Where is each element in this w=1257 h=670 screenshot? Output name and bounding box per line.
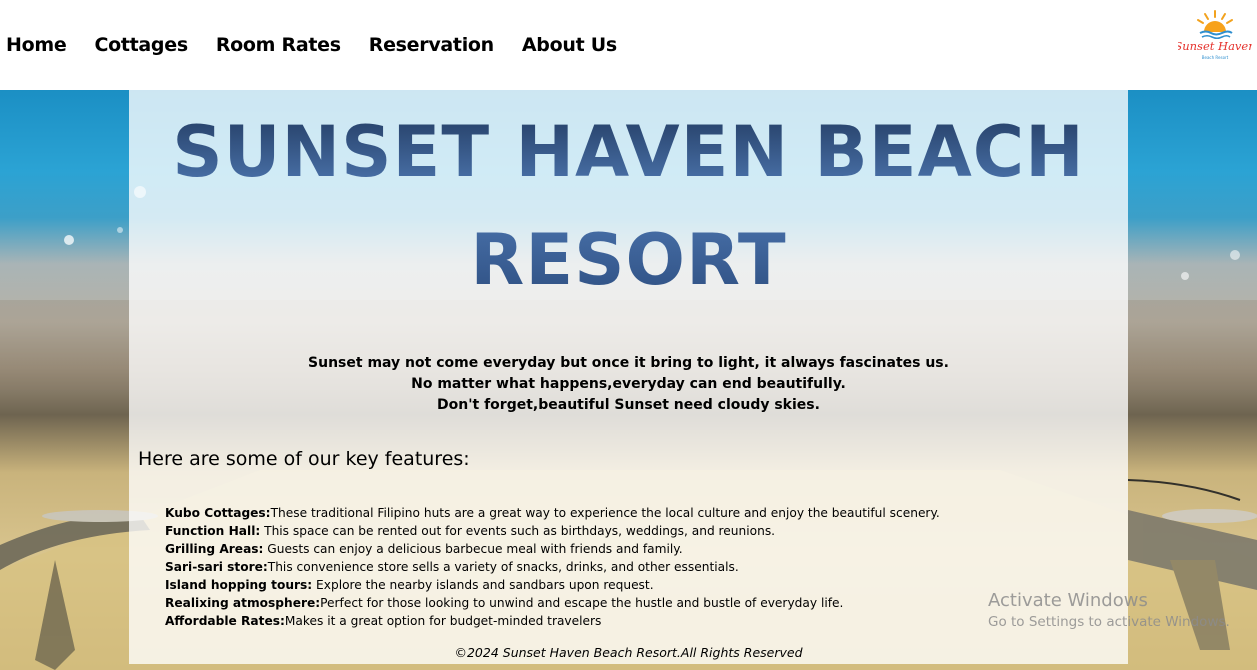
feature-item-sari-sari-store: Sari-sari store:This convenience store s… bbox=[165, 558, 940, 576]
quote-line-2: No matter what happens,everyday can end … bbox=[411, 376, 846, 392]
features-list: Kubo Cottages:These traditional Filipino… bbox=[165, 504, 940, 630]
page-title: SUNSET HAVEN BEACH RESORT bbox=[129, 98, 1128, 314]
nav-about-us[interactable]: About Us bbox=[522, 34, 617, 56]
feature-item-kubo-cottages: Kubo Cottages:These traditional Filipino… bbox=[165, 504, 940, 522]
sunset-quote: Sunset may not come everyday but once it… bbox=[129, 353, 1128, 416]
resort-logo[interactable]: Sunset Haven Beach Resort bbox=[1178, 8, 1252, 64]
footer-copyright: ©2024 Sunset Haven Beach Resort.All Righ… bbox=[454, 645, 803, 660]
watermark-line-2: Go to Settings to activate Windows. bbox=[988, 614, 1230, 630]
feature-name: Grilling Areas: bbox=[165, 542, 264, 556]
main-content-panel: SUNSET HAVEN BEACH RESORT Sunset may not… bbox=[129, 90, 1128, 664]
nav-menu: Home Cottages Room Rates Reservation Abo… bbox=[6, 34, 645, 56]
sun-icon bbox=[1204, 21, 1226, 32]
nav-home[interactable]: Home bbox=[6, 34, 67, 56]
title-line-1: SUNSET HAVEN BEACH bbox=[172, 111, 1085, 193]
feature-description: Makes it a great option for budget-minde… bbox=[284, 614, 602, 628]
feature-name: Sari-sari store: bbox=[165, 560, 268, 574]
nav-cottages[interactable]: Cottages bbox=[94, 34, 188, 56]
logo-tagline: Beach Resort bbox=[1202, 55, 1229, 60]
top-navbar: Home Cottages Room Rates Reservation Abo… bbox=[0, 0, 1257, 90]
watermark-line-1: Activate Windows bbox=[988, 590, 1148, 611]
logo-wordmark: Sunset Haven bbox=[1178, 39, 1252, 53]
feature-description: Explore the nearby islands and sandbars … bbox=[312, 578, 654, 592]
feature-name: Affordable Rates: bbox=[165, 614, 285, 628]
feature-name: Island hopping tours: bbox=[165, 578, 313, 592]
feature-item-island-hopping: Island hopping tours: Explore the nearby… bbox=[165, 576, 940, 594]
feature-description: These traditional Filipino huts are a gr… bbox=[270, 506, 940, 520]
feature-description: This space can be rented out for events … bbox=[260, 524, 776, 538]
feature-description: Perfect for those looking to unwind and … bbox=[320, 596, 844, 610]
feature-name: Function Hall: bbox=[165, 524, 261, 538]
quote-line-1: Sunset may not come everyday but once it… bbox=[308, 355, 949, 371]
feature-description: Guests can enjoy a delicious barbecue me… bbox=[263, 542, 683, 556]
nav-reservation[interactable]: Reservation bbox=[369, 34, 494, 56]
feature-item-relaxing-atmosphere: Realixing atmosphere:Perfect for those l… bbox=[165, 594, 940, 612]
nav-room-rates[interactable]: Room Rates bbox=[216, 34, 341, 56]
title-line-2: RESORT bbox=[470, 219, 787, 301]
quote-line-3: Don't forget,beautiful Sunset need cloud… bbox=[437, 397, 820, 413]
feature-description: This convenience store sells a variety o… bbox=[267, 560, 739, 574]
feature-name: Kubo Cottages: bbox=[165, 506, 271, 520]
features-heading: Here are some of our key features: bbox=[138, 448, 470, 470]
feature-item-affordable-rates: Affordable Rates:Makes it a great option… bbox=[165, 612, 940, 630]
activate-windows-watermark: Activate Windows Go to Settings to activ… bbox=[988, 590, 1230, 632]
feature-name: Realixing atmosphere: bbox=[165, 596, 321, 610]
feature-item-grilling-areas: Grilling Areas: Guests can enjoy a delic… bbox=[165, 540, 940, 558]
feature-item-function-hall: Function Hall: This space can be rented … bbox=[165, 522, 940, 540]
